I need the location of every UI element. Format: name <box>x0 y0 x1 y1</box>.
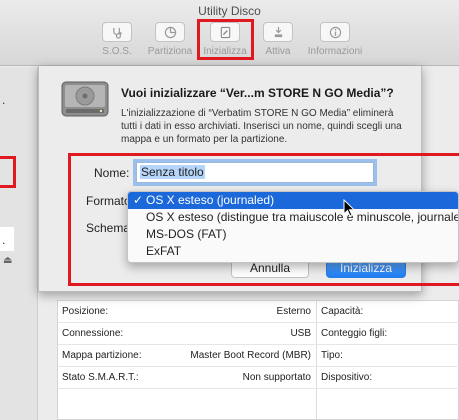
highlight-form <box>68 153 459 286</box>
highlight-inizializza <box>197 19 254 60</box>
stethoscope-icon <box>102 22 132 42</box>
toolbar-label: Attiva <box>265 46 291 57</box>
info-key-right: Conteggio figli: <box>321 328 388 339</box>
info-value: USB <box>290 328 311 339</box>
table-row: Mappa partizione: Master Boot Record (MB… <box>58 345 459 367</box>
eject-icon[interactable]: ⏏ <box>3 255 12 266</box>
toolbar-attiva-button[interactable]: Attiva <box>258 22 298 57</box>
info-key-right: Dispositivo: <box>321 372 373 383</box>
mount-icon <box>263 22 293 42</box>
info-value: Non supportato <box>242 372 311 383</box>
sidebar-item-partial[interactable]: . <box>2 93 5 107</box>
info-key: Mappa partizione: <box>62 350 142 361</box>
toolbar-label: Informazioni <box>307 46 363 57</box>
table-row: Stato S.M.A.R.T.: Non supportato Disposi… <box>58 367 459 389</box>
info-value: Master Boot Record (MBR) <box>190 350 311 361</box>
info-table: Posizione: Esterno Capacità: Connessione… <box>57 300 459 420</box>
table-row: Posizione: Esterno Capacità: <box>58 301 459 323</box>
info-value: Esterno <box>276 306 311 317</box>
window-title: Utility Disco <box>198 4 261 18</box>
toolbar-label: S.O.S. <box>102 46 132 57</box>
info-icon <box>320 22 350 42</box>
toolbar-informazioni-button[interactable]: Informazioni <box>303 22 367 57</box>
info-key: Connessione: <box>62 328 124 339</box>
info-key: Posizione: <box>62 306 109 317</box>
highlight-sidebar-item <box>0 156 16 188</box>
pie-chart-icon <box>155 22 185 42</box>
sidebar-item-partial-selected: . <box>2 233 6 247</box>
table-row: Connessione: USB Conteggio figli: <box>58 323 459 345</box>
toolbar-sos-button[interactable]: S.O.S. <box>97 22 137 57</box>
dialog-title: Vuoi inizializzare “Ver...m STORE N GO M… <box>121 86 394 100</box>
sidebar: . . ⏏ <box>0 67 38 420</box>
hard-disk-icon <box>60 78 110 125</box>
toolbar-partiziona-button[interactable]: Partiziona <box>144 22 196 57</box>
info-key-right: Tipo: <box>321 350 343 361</box>
toolbar-label: Partiziona <box>147 46 193 57</box>
dialog-description: L'inizializzazione di “Verbatim STORE N … <box>121 108 402 145</box>
info-key-right: Capacità: <box>321 306 364 317</box>
info-key: Stato S.M.A.R.T.: <box>62 372 139 383</box>
